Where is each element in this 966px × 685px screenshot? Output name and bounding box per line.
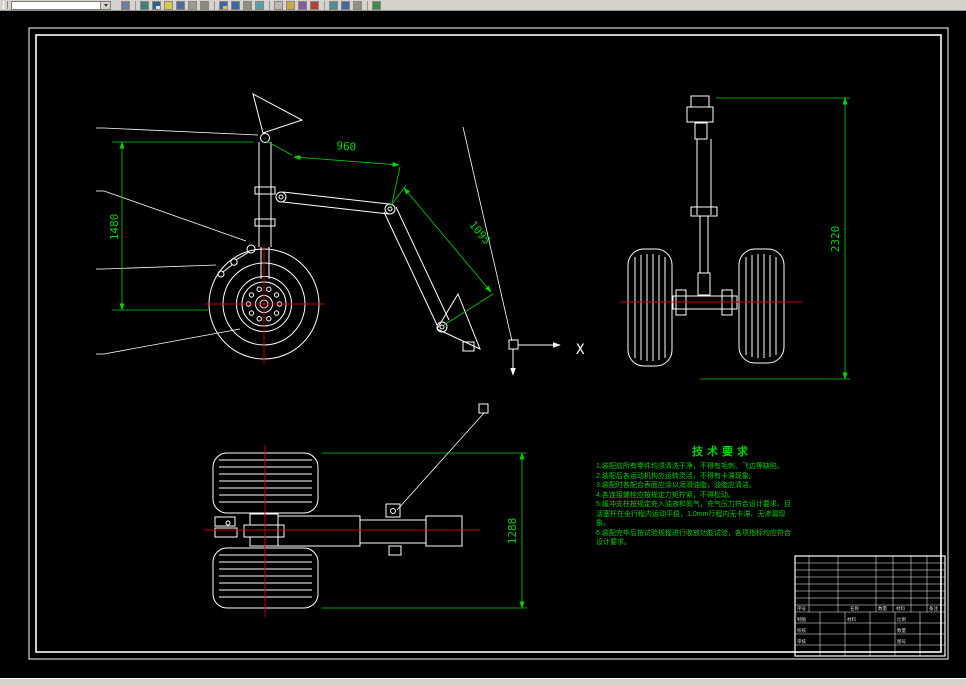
dim-1288: 1288 [506, 518, 519, 545]
bom-col-note: 备注 [929, 605, 938, 612]
side-dimensions: 1480 960 1095 [108, 139, 494, 326]
top-toolbar [0, 0, 966, 11]
combo-dropdown-button[interactable] [100, 1, 110, 9]
dim-2320: 2320 [829, 226, 842, 253]
tb-drawn: 制图 [797, 616, 806, 623]
erase-icon[interactable] [310, 0, 319, 10]
toolbar-separator [367, 0, 368, 10]
tb-qty: 数量 [897, 627, 906, 634]
tech-req-line: 4.各连接螺栓应按规定力矩拧紧，不得松动。 [596, 491, 735, 499]
help-icon[interactable] [372, 0, 381, 10]
tb-material: 材料 [847, 616, 856, 623]
properties-icon[interactable] [329, 0, 338, 10]
toolbar-icons [121, 0, 384, 10]
plan-centerlines [204, 445, 480, 617]
drawing-svg: 1480 960 1095 X 2320 1288 序号 名称 数量 材料 备注… [28, 27, 949, 660]
bom-col-name: 名称 [850, 605, 859, 612]
zoom-window-icon[interactable] [164, 0, 173, 10]
side-centerlines [205, 244, 325, 364]
bom-col-mat: 材料 [896, 605, 905, 612]
make-layer-current-icon[interactable] [140, 0, 149, 10]
plan-view [212, 403, 489, 609]
tb-scale: 比例 [897, 616, 906, 623]
shock-strut [254, 142, 276, 279]
design-center-icon[interactable] [341, 0, 350, 10]
front-view [627, 95, 785, 367]
drawing-frame [28, 27, 949, 660]
drawing-canvas[interactable]: 1480 960 1095 X 2320 1288 序号 名称 数量 材料 备注… [0, 11, 966, 678]
match-properties-icon[interactable] [298, 0, 307, 10]
toolbar-separator [324, 0, 325, 10]
tb-approved: 审核 [797, 638, 806, 645]
plot-icon[interactable] [243, 0, 252, 10]
tech-req-line: 1.装配前所有零件均须清洗干净，不得有毛刺、飞边等缺陷。 [596, 463, 784, 470]
toolbar-separator [135, 0, 136, 10]
pan-icon[interactable] [188, 0, 197, 10]
bom-col-qty: 数量 [878, 605, 887, 612]
front-wheel-left [627, 248, 673, 367]
drag-brace-upper [275, 191, 396, 215]
tech-req-line: 2.装配后各运动机构应运转灵活，不得有卡滞现象。 [596, 472, 756, 480]
front-axle [672, 289, 738, 316]
side-view [96, 93, 513, 360]
plan-wheel-top [212, 452, 319, 514]
tech-req-line: 5.缓冲支柱按规定充入油液和氮气，充气压力符合设计要求、且 [596, 501, 791, 508]
layers-icon[interactable] [121, 0, 130, 10]
tech-req-title: 技术要求 [692, 446, 752, 458]
x-axis-label: X [576, 342, 585, 358]
paste-icon[interactable] [286, 0, 295, 10]
technical-requirements: 技术要求 1.装配前所有零件均须清洗干净，不得有毛刺、飞边等缺陷。 2.装配后各… [596, 443, 896, 548]
orbit-icon[interactable] [200, 0, 209, 10]
plan-dimension: 1288 [322, 452, 527, 609]
status-bar [0, 678, 966, 685]
dim-960: 960 [336, 139, 357, 153]
tech-req-line: 活塞杆在全行程内运动平稳，1.0mm行程内无卡滞、无渗漏现 [596, 510, 786, 518]
upper-attachment-plate [252, 93, 304, 134]
redo-icon[interactable] [231, 0, 240, 10]
axis-marker: X [508, 339, 585, 376]
layer-combo[interactable] [11, 0, 111, 10]
tool-palettes-icon[interactable] [353, 0, 362, 10]
tb-sheet: 图号 [897, 639, 906, 645]
chevron-down-icon [103, 3, 108, 7]
plot-preview-icon[interactable] [255, 0, 264, 10]
plan-wheel-bottom [212, 547, 319, 609]
dim-1480: 1480 [108, 214, 121, 241]
tech-req-line: 设计要求。 [596, 539, 631, 546]
drag-brace-lower [383, 206, 481, 352]
plan-arm [277, 503, 463, 556]
toolbar-grip[interactable] [3, 1, 8, 9]
toolbar-separator [214, 0, 215, 10]
undo-icon[interactable] [219, 0, 228, 10]
toolbar-separator [269, 0, 270, 10]
front-strut [686, 95, 718, 296]
layer-previous-icon[interactable] [152, 0, 161, 10]
front-dimension: 2320 [700, 97, 850, 380]
torque-links [217, 244, 256, 278]
tech-req-line: 3.装配时各配合表面应涂以润滑油脂，油脂应清洁。 [596, 482, 756, 489]
zoom-previous-icon[interactable] [176, 0, 185, 10]
tb-checked: 校核 [797, 627, 806, 634]
copy-icon[interactable] [274, 0, 283, 10]
bom-col-no: 序号 [797, 605, 806, 612]
front-wheel-right [738, 248, 785, 364]
title-block: 序号 名称 数量 材料 备注 制图 校核 审核 材料 比例 数量 图号 [794, 555, 946, 657]
tech-req-line: 象。 [596, 520, 610, 527]
tech-req-line: 6.装配完毕后按试验规程进行收放功能试验，各项指标均应符合 [596, 529, 791, 537]
